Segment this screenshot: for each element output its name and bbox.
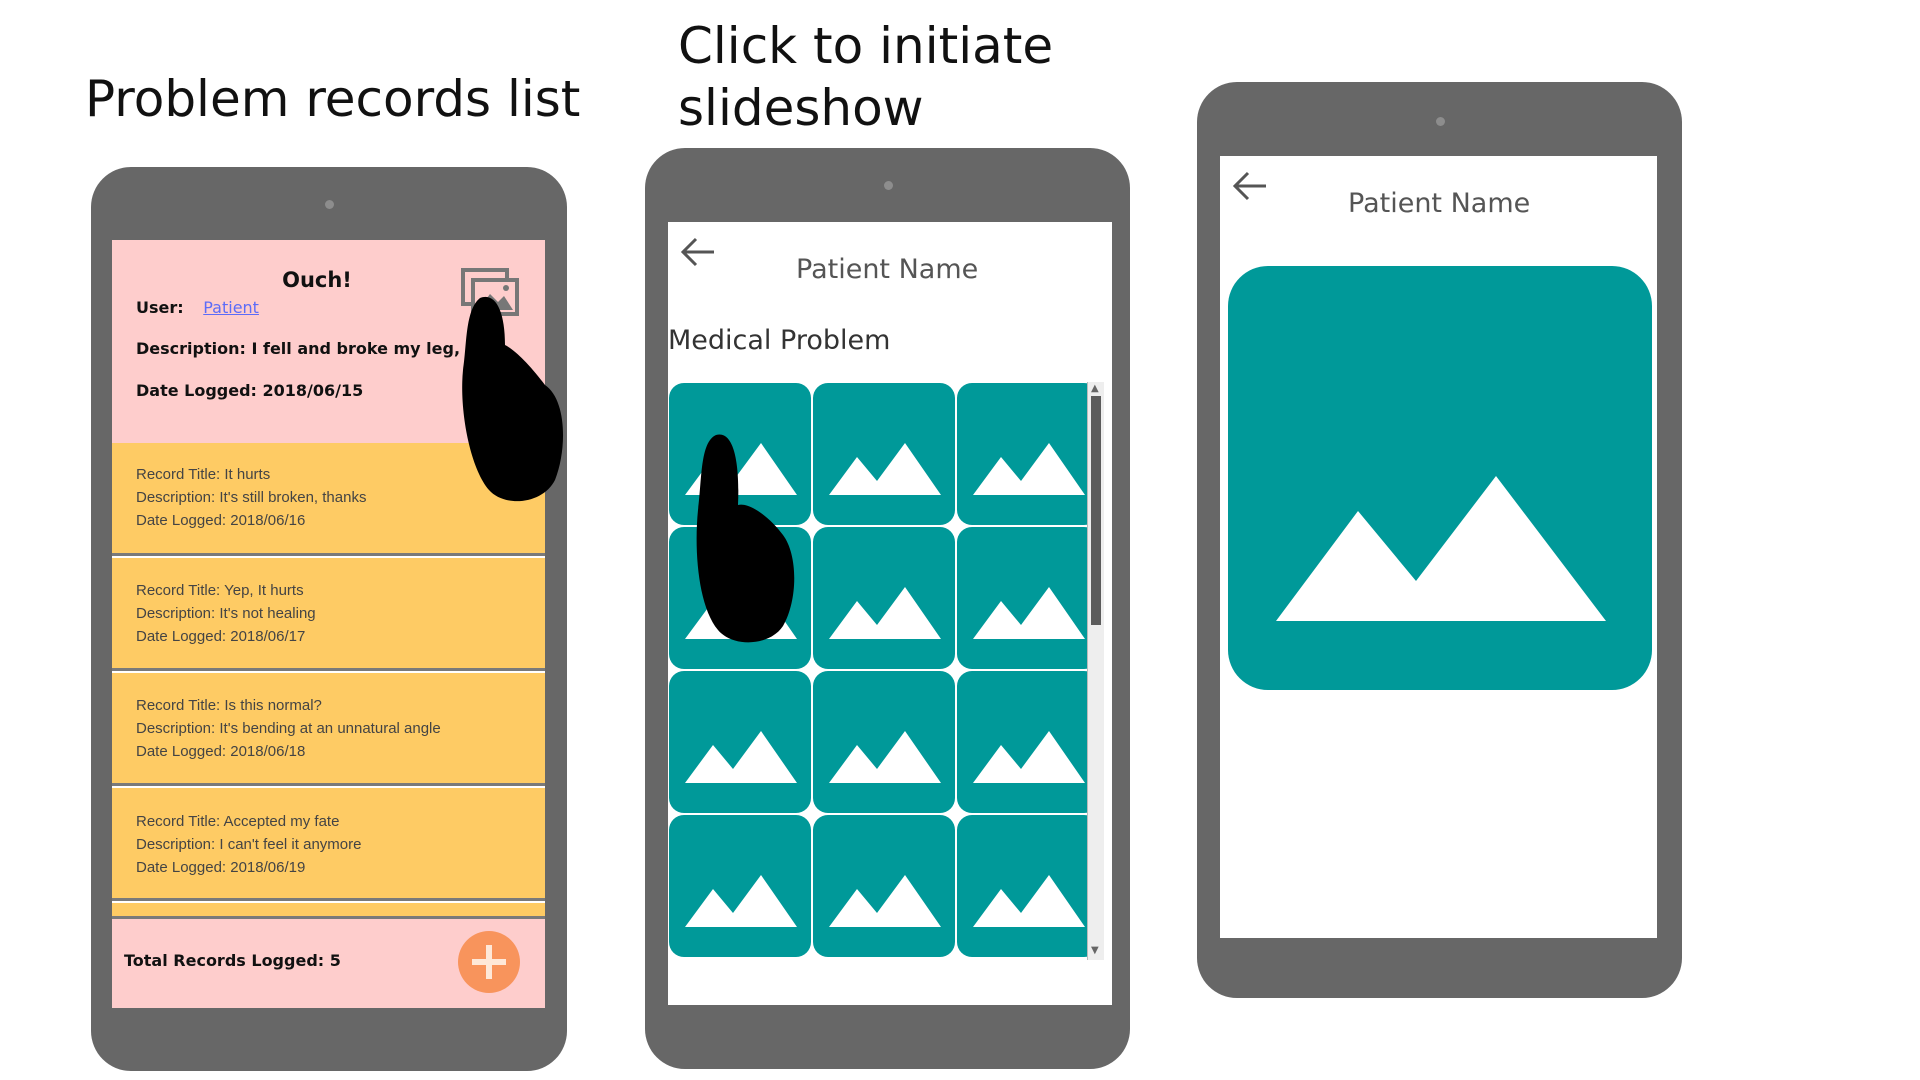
- caption-records-list: Problem records list: [85, 70, 581, 128]
- image-placeholder-icon: [829, 731, 941, 783]
- back-arrow-icon[interactable]: [678, 232, 718, 272]
- record-date: Date Logged: 2018/06/18: [136, 743, 306, 760]
- record-title: Record Title: Accepted my fate: [136, 813, 340, 830]
- image-placeholder-icon: [685, 731, 797, 783]
- record-title: Record Title: Yep, It hurts: [136, 582, 304, 599]
- slideshow-image[interactable]: [1228, 266, 1652, 690]
- pointing-hand-icon: [696, 434, 795, 643]
- patient-name: Patient Name: [796, 254, 979, 285]
- total-records: Total Records Logged: 5: [124, 951, 341, 970]
- record-date: Date Logged: 2018/06/17: [136, 628, 306, 645]
- camera-dot: [883, 181, 893, 190]
- photo-thumbnail[interactable]: [813, 815, 955, 957]
- tablet-slideshow: Patient Name: [1197, 82, 1682, 998]
- record-description: Description: It's bending at an unnatura…: [136, 720, 441, 737]
- problem-name: Medical Problem: [668, 325, 891, 356]
- image-placeholder-icon: [829, 875, 941, 927]
- photo-thumbnail[interactable]: [813, 527, 955, 669]
- image-placeholder-icon: [973, 875, 1085, 927]
- caption-slideshow: Click to initiate slideshow: [678, 15, 1053, 139]
- image-placeholder-icon: [685, 875, 797, 927]
- image-placeholder-icon: [829, 587, 941, 639]
- photo-thumbnail[interactable]: [957, 527, 1099, 669]
- scroll-up-icon[interactable]: ▲: [1091, 384, 1099, 394]
- scrollbar[interactable]: ▲ ▼: [1087, 382, 1104, 960]
- problem-description: Description: I fell and broke my leg, he…: [136, 339, 505, 358]
- image-placeholder-icon: [829, 443, 941, 495]
- scroll-thumb[interactable]: [1091, 396, 1101, 625]
- photo-thumbnail[interactable]: [669, 815, 811, 957]
- record-item-partial[interactable]: [112, 903, 545, 919]
- user-label: User:: [136, 298, 184, 317]
- photo-thumbnail[interactable]: [669, 671, 811, 813]
- image-placeholder-icon: [1276, 476, 1606, 621]
- photo-thumbnail[interactable]: [957, 815, 1099, 957]
- caption-slideshow-line1: Click to initiate: [678, 17, 1054, 75]
- camera-dot: [325, 200, 334, 209]
- photo-thumbnail[interactable]: [957, 671, 1099, 813]
- record-title: Record Title: It hurts: [136, 466, 271, 483]
- pointing-hand-icon: [462, 296, 564, 502]
- user-row: User: Patient: [136, 298, 259, 317]
- records-footer: Total Records Logged: 5: [112, 919, 545, 1008]
- image-placeholder-icon: [973, 731, 1085, 783]
- photo-thumbnail[interactable]: [813, 671, 955, 813]
- problem-date: Date Logged: 2018/06/15: [136, 381, 364, 400]
- back-arrow-icon[interactable]: [1230, 166, 1270, 206]
- slideshow-screen: Patient Name: [1220, 156, 1657, 938]
- user-link[interactable]: Patient: [203, 298, 259, 317]
- photo-thumbnail[interactable]: [957, 383, 1099, 525]
- record-item[interactable]: Record Title: Accepted my fate Descripti…: [112, 788, 545, 901]
- record-description: Description: It's not healing: [136, 605, 316, 622]
- photo-thumbnail[interactable]: [813, 383, 955, 525]
- camera-dot: [1435, 117, 1445, 126]
- scroll-down-icon[interactable]: ▼: [1091, 946, 1099, 956]
- caption-slideshow-line2: slideshow: [678, 79, 924, 137]
- image-placeholder-icon: [973, 587, 1085, 639]
- add-record-button[interactable]: [458, 931, 520, 993]
- record-item[interactable]: Record Title: Yep, It hurts Description:…: [112, 558, 545, 671]
- record-date: Date Logged: 2018/06/19: [136, 859, 306, 876]
- record-date: Date Logged: 2018/06/16: [136, 512, 306, 529]
- record-description: Description: It's still broken, thanks: [136, 489, 367, 506]
- patient-name: Patient Name: [1348, 188, 1531, 219]
- image-placeholder-icon: [973, 443, 1085, 495]
- record-title: Record Title: Is this normal?: [136, 697, 322, 714]
- record-description: Description: I can't feel it anymore: [136, 836, 362, 853]
- record-item[interactable]: Record Title: Is this normal? Descriptio…: [112, 673, 545, 786]
